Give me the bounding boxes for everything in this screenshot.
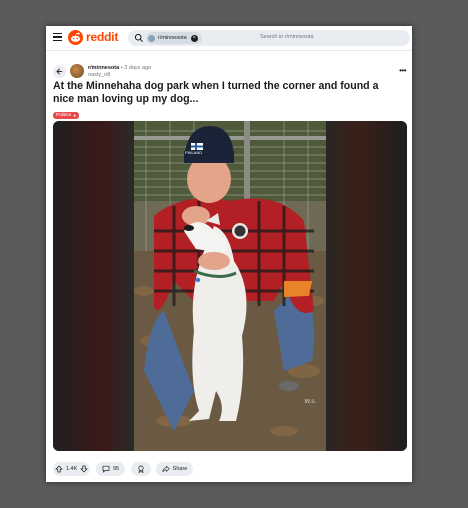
award-icon [138,465,144,473]
flair-label: Politics [56,113,72,118]
vote-control: 1.4K [53,462,90,476]
downvote-icon[interactable] [80,465,88,473]
post-flair[interactable]: Politics ● [53,112,79,119]
subreddit-chip-avatar [148,34,155,42]
post-header: r/minnesota • 3 days ago [88,65,151,71]
search-icon [134,33,143,42]
reddit-window: reddit r/minnesota × Search in r/minneso… [46,26,412,482]
subreddit-search-chip[interactable]: r/minnesota × [146,32,202,44]
subreddit-name[interactable]: r/minnesota [88,65,119,71]
post-author[interactable]: nasty_n8 [88,72,110,78]
subreddit-chip-label: r/minnesota [158,35,187,41]
award-button[interactable] [131,462,151,476]
blurred-left-background [53,121,134,451]
comment-count: 95 [112,466,120,472]
search-input[interactable]: Search in r/minnesota [260,34,314,40]
menu-icon[interactable] [53,33,62,41]
post-time: 3 days ago [124,65,152,71]
vote-count: 1.4K [65,466,78,472]
reddit-wordmark[interactable]: reddit [86,30,118,44]
reddit-logo-icon[interactable] [68,30,83,45]
share-button[interactable]: Share [156,462,193,476]
hat-text: FINLAND [185,150,202,155]
post-title: At the Minnehaha dog park when I turned … [53,80,379,105]
blurred-right-background [326,121,407,451]
comment-icon [102,465,110,473]
arrow-left-icon [56,68,63,75]
subreddit-avatar[interactable] [70,64,84,78]
back-button[interactable] [53,65,66,78]
more-options-icon[interactable]: ••• [399,66,406,75]
flair-emoji-icon: ● [73,113,76,118]
photo-man-with-dog: W.s. FINLAND [134,121,326,451]
post-image[interactable]: W.s. FINLAND [53,121,407,451]
upvote-icon[interactable] [55,465,63,473]
share-icon [162,465,170,473]
close-icon[interactable]: × [190,34,198,42]
share-label: Share [172,466,188,472]
top-navigation-bar: reddit r/minnesota × Search in r/minneso… [46,26,412,51]
search-bar[interactable]: r/minnesota × Search in r/minnesota [128,30,410,46]
image-watermark: W.s. [304,399,316,405]
comments-button[interactable]: 95 [96,462,125,476]
